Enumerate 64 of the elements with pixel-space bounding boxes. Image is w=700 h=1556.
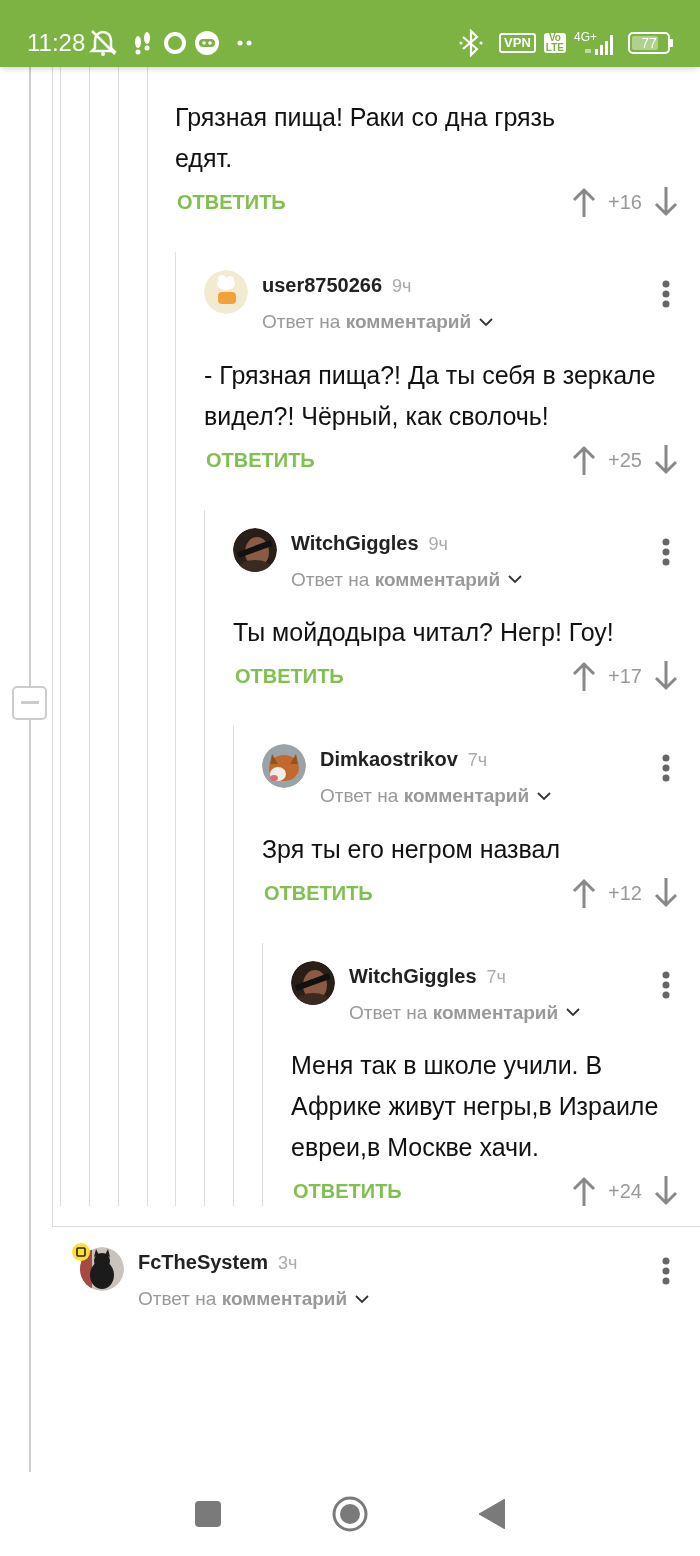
comment-text: Зря ты его негром назвал: [262, 833, 562, 865]
chevron-down-icon: [537, 791, 552, 801]
comment-time: 3ч: [278, 1252, 298, 1275]
home-icon[interactable]: [332, 1496, 368, 1532]
vpn-indicator: VPN: [499, 32, 536, 53]
chevron-down-icon: [479, 317, 494, 327]
reply-to-link[interactable]: Ответ на комментарий: [349, 998, 559, 1027]
bluetooth-icon: [459, 28, 484, 57]
comment-time: 7ч: [467, 749, 488, 772]
comment-time: 7ч: [486, 965, 506, 989]
more-options-icon[interactable]: [662, 280, 670, 308]
bell-off-icon: [89, 28, 118, 57]
downvote-icon[interactable]: [654, 877, 678, 908]
reply-to-link[interactable]: Ответ на комментарий: [291, 565, 501, 594]
more-options-icon[interactable]: [662, 970, 670, 999]
reply-button[interactable]: ОТВЕТИТЬ: [262, 880, 375, 905]
downvote-icon[interactable]: [654, 444, 678, 475]
comment-score: +24: [608, 1179, 642, 1204]
back-icon[interactable]: [478, 1499, 505, 1529]
upvote-icon[interactable]: [572, 877, 597, 908]
author-name[interactable]: user8750266: [262, 270, 383, 300]
robot-icon: [195, 30, 220, 55]
reply-to-link[interactable]: Ответ на комментарий: [320, 782, 530, 811]
author-name[interactable]: WitchGiggles: [349, 960, 477, 991]
chevron-down-icon: [566, 1008, 581, 1018]
reply-to-link[interactable]: Ответ на комментарий: [138, 1285, 348, 1314]
comment-text: Ты мойдодыра читал? Негр! Гоу!: [233, 617, 615, 648]
comment-score: +16: [608, 190, 642, 215]
downvote-icon[interactable]: [654, 661, 678, 691]
downvote-icon[interactable]: [654, 1176, 678, 1206]
reply-button[interactable]: ОТВЕТИТЬ: [175, 190, 288, 214]
comment-time: 9ч: [428, 532, 448, 556]
upvote-icon[interactable]: [572, 1176, 597, 1206]
comment-time: 9ч: [392, 275, 412, 298]
reply-button[interactable]: ОТВЕТИТЬ: [204, 447, 317, 472]
clock-time: 11:28: [27, 27, 86, 58]
comment-text: Меня так в школе учили. В Африке живут негры,в Израиле евреи,в Москве хачи.: [291, 1050, 660, 1163]
upvote-icon[interactable]: [572, 187, 597, 217]
chevron-down-icon: [508, 575, 523, 585]
upvote-icon[interactable]: [572, 444, 597, 475]
author-name[interactable]: WitchGiggles: [291, 527, 419, 558]
reply-to-link[interactable]: Ответ на комментарий: [262, 308, 472, 337]
network-type: 4G+: [574, 30, 597, 43]
author-name[interactable]: FcTheSystem: [138, 1247, 269, 1277]
minus-icon: [20, 701, 39, 705]
more-options-icon[interactable]: [662, 537, 670, 566]
reply-button[interactable]: ОТВЕТИТЬ: [291, 1179, 404, 1203]
more-notifications-icon: [237, 39, 253, 46]
comment-text: Грязная пища! Раки со дна грязь едят.: [175, 102, 557, 174]
upvote-icon[interactable]: [572, 661, 597, 691]
comment-score: +17: [608, 664, 642, 689]
reply-button[interactable]: ОТВЕТИТЬ: [233, 664, 346, 688]
recent-apps-icon[interactable]: [195, 1501, 222, 1527]
battery-level: 77: [640, 33, 658, 52]
comment-score: +25: [608, 447, 642, 473]
author-name[interactable]: Dimkaostrikov: [320, 744, 458, 774]
circle-icon: [163, 30, 188, 55]
chevron-down-icon: [355, 1294, 370, 1304]
more-options-icon[interactable]: [662, 754, 670, 782]
volte-indicator: Vo LTE: [543, 32, 566, 53]
comment-text: - Грязная пища?! Да ты себя в зеркале видел?! Чёрный, как сволочь!: [204, 359, 657, 432]
comment-score: +12: [608, 880, 642, 906]
downvote-icon[interactable]: [654, 187, 678, 217]
more-options-icon[interactable]: [662, 1257, 670, 1285]
